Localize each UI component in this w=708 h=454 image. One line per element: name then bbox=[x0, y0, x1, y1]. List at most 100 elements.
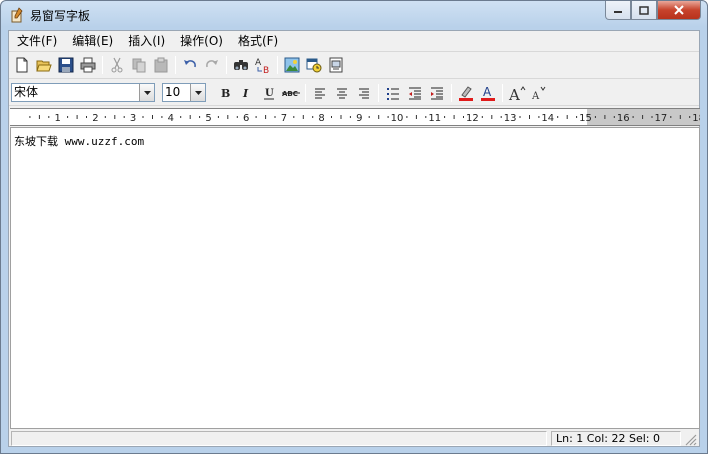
ruler-tick bbox=[566, 115, 568, 119]
font-size-select[interactable]: 10 bbox=[162, 83, 206, 102]
menu-divider bbox=[9, 51, 699, 52]
cut-button[interactable] bbox=[106, 54, 128, 76]
menu-format[interactable]: 格式(F) bbox=[232, 31, 287, 51]
insert-image-icon bbox=[284, 57, 300, 73]
ruler-tick bbox=[576, 116, 578, 118]
ruler-tick bbox=[406, 116, 408, 118]
align-right-button[interactable] bbox=[353, 82, 375, 104]
find-button[interactable] bbox=[230, 54, 252, 76]
undo-button[interactable] bbox=[179, 54, 201, 76]
ruler[interactable]: 123456789101112131415161718 bbox=[10, 108, 700, 126]
save-icon bbox=[58, 57, 74, 73]
ruler-tick bbox=[180, 116, 182, 118]
ruler-number: 6 bbox=[243, 113, 249, 124]
font-name-select[interactable]: 宋体 bbox=[11, 83, 155, 102]
decrease-indent-button[interactable] bbox=[404, 82, 426, 104]
redo-button[interactable] bbox=[201, 54, 223, 76]
font-dropdown-button[interactable] bbox=[139, 84, 154, 101]
ruler-tick bbox=[86, 116, 87, 118]
format-toolbar: B I U ABC A A A bbox=[214, 81, 550, 105]
ruler-tick bbox=[331, 116, 332, 118]
strikethrough-button[interactable]: ABC bbox=[280, 82, 302, 104]
ruler-tick bbox=[255, 116, 257, 118]
ruler-scale: 123456789101112131415161718 bbox=[29, 109, 700, 125]
new-button[interactable] bbox=[11, 54, 33, 76]
open-button[interactable] bbox=[33, 54, 55, 76]
ruler-tick bbox=[76, 115, 78, 119]
ruler-number: 2 bbox=[92, 113, 98, 124]
close-button[interactable] bbox=[657, 1, 701, 20]
ruler-tick bbox=[340, 115, 342, 119]
insert-datetime-button[interactable] bbox=[303, 54, 325, 76]
minimize-button[interactable] bbox=[605, 1, 631, 20]
svg-text:ABC: ABC bbox=[282, 90, 298, 98]
ruler-tick bbox=[142, 116, 144, 118]
size-dropdown-button[interactable] bbox=[190, 84, 205, 101]
ruler-number: 15 bbox=[579, 113, 592, 124]
ruler-tick bbox=[387, 116, 389, 118]
ruler-tick bbox=[679, 115, 681, 119]
font-color-icon: A bbox=[481, 85, 495, 101]
menu-edit[interactable]: 编辑(E) bbox=[66, 31, 122, 51]
shrink-font-button[interactable]: A bbox=[528, 82, 550, 104]
app-icon bbox=[11, 7, 23, 23]
toolbar-separator bbox=[102, 56, 103, 74]
ruler-tick bbox=[604, 115, 606, 119]
window-title: 易窗写字板 bbox=[30, 9, 91, 23]
ruler-tick bbox=[349, 116, 351, 118]
svg-text:A: A bbox=[255, 58, 262, 68]
underline-button[interactable]: U bbox=[258, 82, 280, 104]
align-center-button[interactable] bbox=[331, 82, 353, 104]
increase-indent-icon bbox=[431, 87, 443, 99]
ruler-number: 16 bbox=[617, 113, 630, 124]
ruler-number: 3 bbox=[130, 113, 136, 124]
ruler-number: 4 bbox=[168, 113, 174, 124]
editor-area[interactable]: 东坡下载 www.uzzf.com bbox=[10, 127, 700, 429]
bullets-button[interactable] bbox=[382, 82, 404, 104]
ruler-tick bbox=[491, 115, 493, 119]
ruler-tick bbox=[557, 116, 559, 118]
ruler-tick bbox=[227, 115, 229, 119]
paste-button[interactable] bbox=[150, 54, 172, 76]
menu-operate[interactable]: 操作(O) bbox=[174, 31, 232, 51]
chevron-down-icon bbox=[143, 90, 151, 95]
menu-file[interactable]: 文件(F) bbox=[11, 31, 66, 51]
ruler-tick bbox=[152, 115, 153, 119]
ruler-tick bbox=[481, 116, 483, 118]
ruler-tick bbox=[67, 116, 69, 118]
title-bar[interactable]: 易窗写字板 bbox=[1, 1, 707, 29]
ruler-margin-area bbox=[587, 109, 700, 125]
svg-text:B: B bbox=[263, 66, 269, 74]
save-button[interactable] bbox=[55, 54, 77, 76]
print-button[interactable] bbox=[77, 54, 99, 76]
ruler-tick bbox=[642, 115, 644, 119]
grow-font-button[interactable]: A bbox=[506, 82, 528, 104]
toolbar-separator bbox=[175, 56, 176, 74]
align-left-button[interactable] bbox=[309, 82, 331, 104]
document-text[interactable]: 东坡下载 www.uzzf.com bbox=[14, 133, 144, 149]
insert-image-button[interactable] bbox=[281, 54, 303, 76]
decrease-indent-icon bbox=[409, 87, 421, 99]
font-color-button[interactable]: A bbox=[477, 82, 499, 104]
ruler-number: 8 bbox=[318, 113, 324, 124]
insert-object-button[interactable] bbox=[325, 54, 347, 76]
increase-indent-button[interactable] bbox=[426, 82, 448, 104]
italic-button[interactable]: I bbox=[236, 82, 258, 104]
svg-text:A: A bbox=[508, 86, 520, 101]
menu-insert[interactable]: 插入(I) bbox=[122, 31, 174, 51]
bold-button[interactable]: B bbox=[214, 82, 236, 104]
highlight-button[interactable] bbox=[455, 82, 477, 104]
ruler-number: 14 bbox=[541, 113, 554, 124]
ruler-tick bbox=[199, 116, 201, 118]
replace-button[interactable]: AB bbox=[252, 54, 274, 76]
resize-grip-icon[interactable] bbox=[683, 432, 697, 446]
copy-button[interactable] bbox=[128, 54, 150, 76]
ruler-number: 7 bbox=[281, 113, 287, 124]
ruler-tick bbox=[368, 116, 370, 118]
bullets-icon bbox=[387, 87, 399, 100]
ruler-tick bbox=[104, 116, 106, 118]
copy-icon bbox=[132, 58, 146, 73]
minimize-icon bbox=[614, 11, 622, 13]
italic-icon: I bbox=[242, 87, 249, 99]
restore-button[interactable] bbox=[631, 1, 657, 20]
